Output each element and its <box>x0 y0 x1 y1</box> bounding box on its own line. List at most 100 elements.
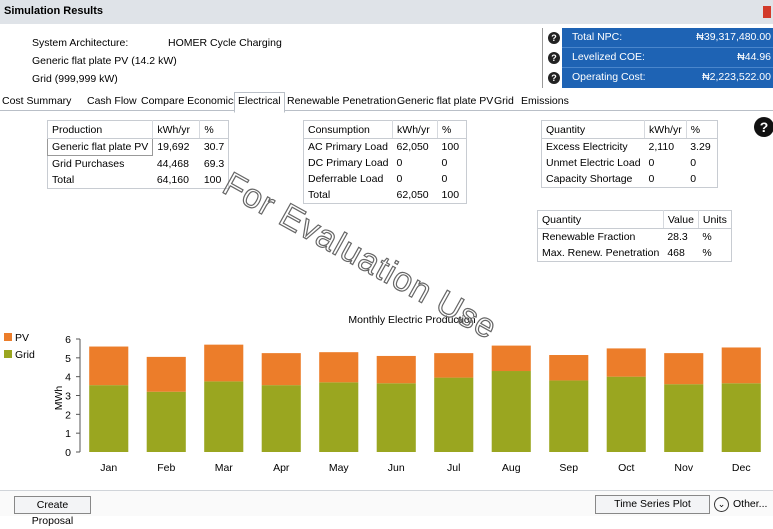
table-cell: 69.3 <box>203 157 225 170</box>
opex-label: Operating Cost: <box>572 71 646 83</box>
bar-grid <box>204 381 244 452</box>
x-axis: Jan Feb Mar Apr May Jun Jul Aug Sep Oct Nov Dec <box>100 462 750 474</box>
tab-emissions[interactable]: Emissions <box>521 95 569 107</box>
bar-grid <box>664 384 704 452</box>
bar-pv <box>261 353 301 386</box>
bar-grid <box>146 391 186 452</box>
create-proposal-button[interactable]: Create Proposal <box>14 496 91 527</box>
time-series-plot-button[interactable]: Time Series Plot <box>595 495 710 514</box>
cost-summary-box: Total NPC: ₦39,317,480.00 Levelized COE:… <box>562 28 773 88</box>
table-row[interactable]: Total 64,160 100 <box>48 172 229 189</box>
table-cell: Max. Renew. Penetration <box>542 247 660 259</box>
table-cell: 44,468 <box>156 157 189 170</box>
window-title: Simulation Results <box>4 5 104 17</box>
component-grid: Grid (999,999 kW) <box>32 73 118 85</box>
table-row[interactable]: Generic flat plate PV 19,692 30.7 <box>46 138 229 156</box>
bar-pv <box>491 345 531 372</box>
table-cell: 30.7 <box>203 141 225 154</box>
x-tick-label: Apr <box>273 462 290 474</box>
bar-pv <box>721 347 761 384</box>
y-tick-label: 0 <box>65 447 71 459</box>
help-icon-opex[interactable]: ? <box>548 72 560 84</box>
bar-pv <box>204 344 244 382</box>
x-tick-label: Dec <box>732 462 751 474</box>
table-header-row: Quantity Value Units <box>537 210 732 229</box>
other-button[interactable]: Other... <box>733 498 767 510</box>
y-tick-label: 5 <box>65 353 71 365</box>
table-cell: 0 <box>441 173 448 185</box>
table-cell: Unmet Electric Load <box>546 157 641 169</box>
opex-row: Operating Cost: ₦2,223,522.00 <box>562 68 773 87</box>
x-tick-label: Nov <box>674 462 693 474</box>
y-tick-label: 6 <box>65 334 71 346</box>
table-row[interactable]: Renewable Fraction 28.3 % <box>538 229 732 246</box>
table-cell: 0 <box>648 173 655 185</box>
table-cell: AC Primary Load <box>308 141 388 153</box>
divider <box>542 28 543 88</box>
npc-label: Total NPC: <box>572 31 623 43</box>
close-button[interactable] <box>763 6 771 18</box>
tab-electrical[interactable]: Electrical <box>234 92 285 113</box>
tab-generic-flat-plate-pv[interactable]: Generic flat plate PV <box>397 95 493 107</box>
table-row[interactable]: Unmet Electric Load 0 0 <box>542 155 718 171</box>
chevron-down-icon[interactable]: ⌄ <box>714 497 729 512</box>
bar-pv <box>319 352 359 383</box>
x-tick-label: Jul <box>447 462 460 474</box>
chart-bars <box>89 344 761 452</box>
table-header-row: Consumption kWh/yr % <box>303 120 467 139</box>
consumption-table: Consumption kWh/yr % AC Primary Load 62,… <box>303 120 468 204</box>
table-cell: % <box>702 247 712 259</box>
table-cell: 0 <box>396 173 403 185</box>
table-row[interactable]: Capacity Shortage 0 0 <box>542 171 718 188</box>
x-tick-label: May <box>329 462 350 474</box>
tab-grid[interactable]: Grid <box>494 95 514 107</box>
table-cell: Total <box>52 174 75 186</box>
x-tick-label: Jun <box>388 462 405 474</box>
bar-pv <box>434 353 474 378</box>
monthly-production-chart: Monthly Electric Production MWh PV Grid 0… <box>4 314 761 474</box>
y-axis: 0 1 2 3 4 5 6 <box>65 334 81 459</box>
tab-cost-summary[interactable]: Cost Summary <box>2 95 71 107</box>
y-axis-label: MWh <box>53 386 65 411</box>
table-row[interactable]: Grid Purchases 44,468 69.3 <box>48 156 229 173</box>
x-tick-label: Aug <box>502 462 521 474</box>
table-cell: 62,050 <box>396 141 429 153</box>
bar-pv <box>664 353 704 385</box>
x-tick-label: Oct <box>618 462 634 474</box>
x-tick-label: Mar <box>215 462 234 474</box>
column-header: kWh/yr <box>644 120 687 139</box>
help-icon[interactable]: ? <box>754 117 773 137</box>
bar-grid <box>89 385 129 452</box>
column-header: % <box>437 120 467 139</box>
y-tick-label: 3 <box>65 391 71 403</box>
table-row[interactable]: Total 62,050 100 <box>304 187 467 204</box>
table-cell: Renewable Fraction <box>542 231 636 243</box>
tab-renewable-penetration[interactable]: Renewable Penetration <box>287 95 396 107</box>
table-cell: Deferrable Load <box>308 173 384 185</box>
table-cell: Excess Electricity <box>546 141 628 153</box>
help-icon-npc[interactable]: ? <box>548 32 560 44</box>
column-header: Production <box>47 120 154 139</box>
table-row[interactable]: Max. Renew. Penetration 468 % <box>538 245 732 262</box>
table-cell: Capacity Shortage <box>546 173 633 185</box>
column-header: Consumption <box>303 120 394 139</box>
table-row[interactable]: DC Primary Load 0 0 <box>304 155 467 171</box>
bar-grid <box>721 383 761 452</box>
tab-cash-flow[interactable]: Cash Flow <box>87 95 137 107</box>
help-icon-coe[interactable]: ? <box>548 52 560 64</box>
table-cell: % <box>702 231 712 243</box>
results-tabbar: Cost Summary Cash Flow Compare Economics… <box>0 92 773 113</box>
table-cell: Grid Purchases <box>52 158 125 170</box>
npc-row: Total NPC: ₦39,317,480.00 <box>562 28 773 48</box>
footer-bar: Create Proposal Time Series Plot ⌄ Other… <box>0 490 773 527</box>
bar-pv <box>549 355 589 381</box>
column-header: kWh/yr <box>152 120 201 139</box>
system-architecture-value: HOMER Cycle Charging <box>168 37 282 49</box>
table-row[interactable]: AC Primary Load 62,050 100 <box>304 139 467 156</box>
bar-pv <box>89 346 129 386</box>
bar-grid <box>376 383 416 452</box>
tab-compare-economics[interactable]: Compare Economics <box>141 95 238 107</box>
table-cell: 0 <box>396 157 403 169</box>
table-row[interactable]: Deferrable Load 0 0 <box>304 171 467 187</box>
table-row[interactable]: Excess Electricity 2,110 3.29 <box>542 139 718 156</box>
